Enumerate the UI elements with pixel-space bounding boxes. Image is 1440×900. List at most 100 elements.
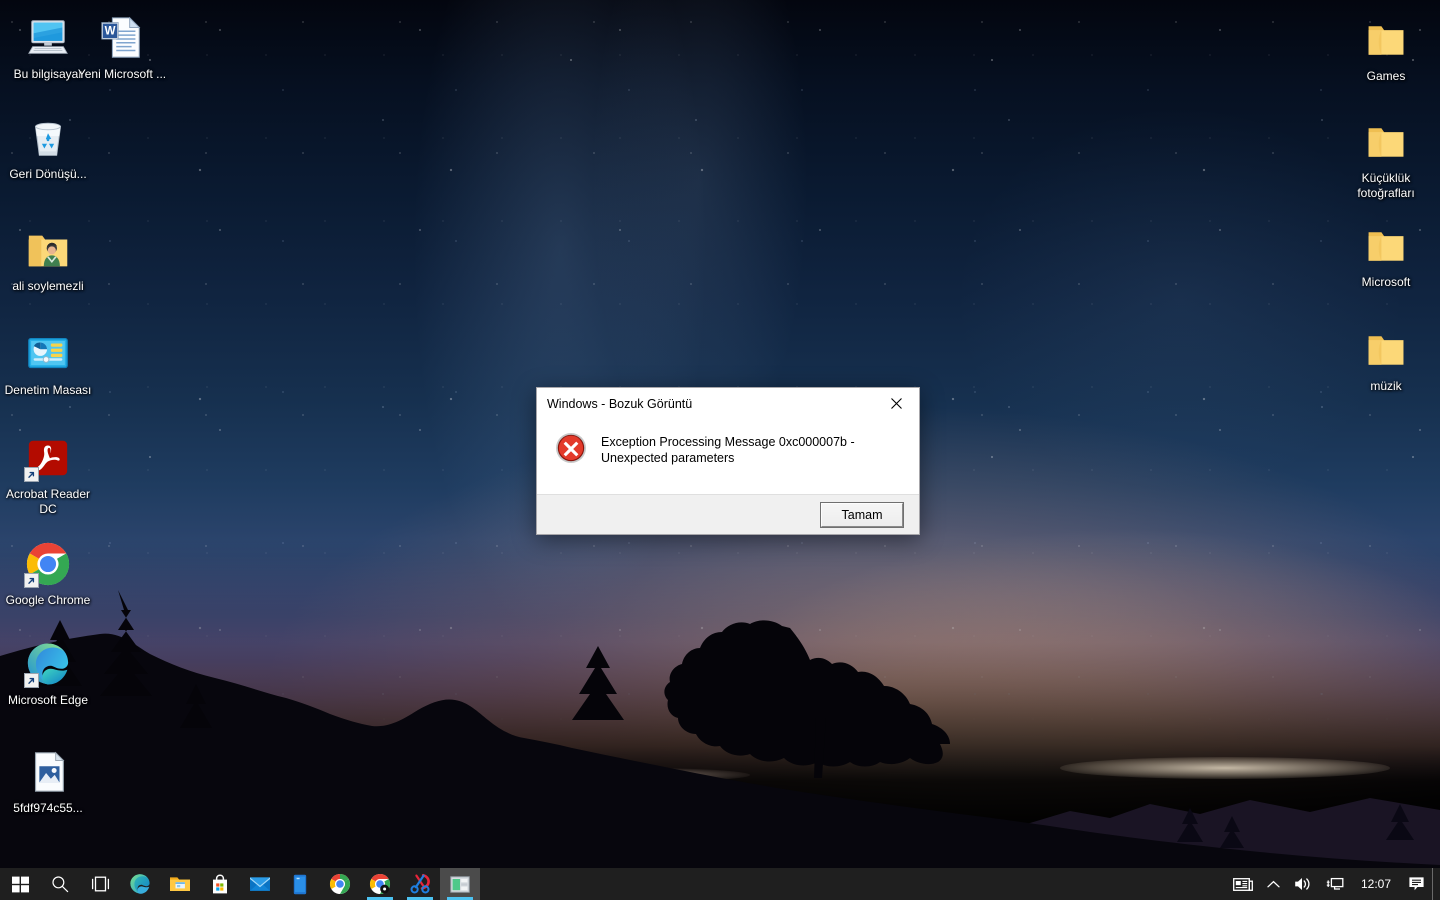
computer-monitor-icon bbox=[28, 20, 68, 54]
folder-icon bbox=[1362, 326, 1410, 374]
speaker-icon[interactable] bbox=[1287, 868, 1319, 900]
microsoft-store-icon bbox=[213, 873, 227, 893]
svg-text:W: W bbox=[105, 26, 116, 38]
clock-time: 12:07 bbox=[1360, 877, 1391, 891]
file-explorer-icon bbox=[170, 877, 190, 891]
volume-glyph bbox=[1295, 878, 1310, 890]
desktop-icon-folder-thumbnails[interactable]: Küçüklük fotoğrafları bbox=[1338, 114, 1434, 200]
taskbar-chrome-2[interactable] bbox=[360, 868, 400, 900]
desktop-icon-label: Denetim Masası bbox=[4, 383, 92, 397]
desktop-icon-label: Yeni Microsoft ... bbox=[77, 67, 167, 81]
windows-logo-icon bbox=[11, 876, 29, 892]
taskbar-mail[interactable] bbox=[240, 868, 280, 900]
notification-glyph bbox=[1409, 877, 1424, 891]
taskbar-spacer bbox=[480, 868, 1226, 900]
wallpaper-treeline-silhouette bbox=[0, 590, 1440, 868]
user-folder-icon bbox=[28, 235, 68, 267]
taskbar-store[interactable] bbox=[200, 868, 240, 900]
shortcut-overlay-icon bbox=[24, 467, 39, 482]
chevron-up-icon[interactable] bbox=[1260, 868, 1287, 900]
phone-link-icon bbox=[293, 874, 307, 894]
ok-button[interactable]: Tamam bbox=[820, 501, 904, 528]
network-glyph bbox=[1326, 877, 1344, 890]
image-file-icon bbox=[34, 751, 65, 792]
folder-icon bbox=[1368, 232, 1404, 261]
news-and-interests-icon[interactable] bbox=[1226, 868, 1260, 900]
dialog-footer: Tamam bbox=[537, 494, 919, 534]
desktop-icon-image-file[interactable]: 5fdf974c55... bbox=[0, 744, 96, 816]
desktop-icon-label: Google Chrome bbox=[5, 593, 91, 607]
taskbar-edge[interactable] bbox=[120, 868, 160, 900]
desktop-icon-folder-games[interactable]: Games bbox=[1338, 12, 1434, 84]
show-desktop-button[interactable] bbox=[1432, 868, 1438, 900]
start-button[interactable] bbox=[0, 868, 40, 900]
close-glyph bbox=[891, 398, 902, 409]
desktop-icon-recycle-bin[interactable]: Geri Dönüşü... bbox=[0, 110, 96, 182]
taskbar: 12:07 bbox=[0, 868, 1440, 900]
clock[interactable]: 12:07 bbox=[1351, 868, 1401, 900]
snipping-tool-icon bbox=[410, 873, 430, 894]
shortcut-overlay-icon bbox=[24, 673, 39, 688]
task-view-icon bbox=[91, 876, 109, 892]
desktop-icon-label: Acrobat Reader DC bbox=[5, 487, 91, 516]
taskbar-active-window[interactable] bbox=[440, 868, 480, 900]
folder-icon bbox=[1362, 118, 1410, 166]
network-monitor-icon[interactable] bbox=[1319, 868, 1351, 900]
taskbar-chrome[interactable] bbox=[320, 868, 360, 900]
microsoft-edge-icon bbox=[130, 874, 150, 894]
recycle-bin-icon bbox=[34, 122, 62, 156]
desktop-icon-control-panel[interactable]: Denetim Masası bbox=[0, 326, 96, 398]
control-panel-icon bbox=[28, 337, 68, 369]
microsoft-edge-icon bbox=[24, 640, 72, 688]
desktop-icon-label: ali soylemezli bbox=[12, 279, 84, 293]
mail-icon bbox=[250, 877, 270, 891]
desktop-icon-label: Geri Dönüşü... bbox=[9, 167, 87, 181]
desktop-icon-user-folder[interactable]: ali soylemezli bbox=[0, 222, 96, 294]
desktop-icon-folder-microsoft[interactable]: Microsoft bbox=[1338, 218, 1434, 290]
error-dialog[interactable]: Windows - Bozuk Görüntü Exception Proces… bbox=[536, 387, 920, 535]
acrobat-reader-icon bbox=[24, 434, 72, 482]
google-chrome-icon bbox=[330, 874, 350, 894]
desktop-icon-word-document[interactable]: W Yeni Microsoft ... bbox=[74, 10, 170, 82]
chevron-glyph bbox=[1267, 880, 1280, 887]
error-circle-icon bbox=[556, 433, 586, 463]
taskbar-snipping-tool[interactable] bbox=[400, 868, 440, 900]
image-file-icon bbox=[24, 748, 72, 796]
google-chrome-icon bbox=[24, 540, 72, 588]
word-document-icon: W bbox=[101, 16, 141, 58]
dialog-message: Exception Processing Message 0xc000007b … bbox=[601, 435, 855, 465]
shortcut-overlay-icon bbox=[24, 573, 39, 588]
search-button[interactable] bbox=[40, 868, 80, 900]
taskbar-explorer[interactable] bbox=[160, 868, 200, 900]
desktop-icon-label: Games bbox=[1366, 69, 1406, 83]
user-folder-icon bbox=[24, 226, 72, 274]
desktop-icon-microsoft-edge[interactable]: Microsoft Edge bbox=[0, 636, 96, 708]
folder-icon bbox=[1368, 26, 1404, 55]
folder-icon bbox=[1368, 336, 1404, 365]
desktop-icon-label: müzik bbox=[1370, 379, 1402, 393]
system-tray: 12:07 bbox=[1226, 868, 1440, 900]
close-icon[interactable] bbox=[874, 389, 919, 419]
folder-icon bbox=[1368, 128, 1404, 157]
desktop-icon-label: Küçüklük fotoğrafları bbox=[1357, 171, 1415, 200]
folder-icon bbox=[1362, 222, 1410, 270]
news-glyph bbox=[1233, 877, 1253, 891]
dialog-title-bar: Windows - Bozuk Görüntü bbox=[537, 388, 919, 419]
desktop-icon-google-chrome[interactable]: Google Chrome bbox=[0, 536, 96, 608]
notification-chat-icon[interactable] bbox=[1401, 868, 1432, 900]
window-app-icon bbox=[450, 875, 470, 893]
folder-icon bbox=[1362, 16, 1410, 64]
dialog-title: Windows - Bozuk Görüntü bbox=[547, 396, 693, 411]
taskbar-left-group bbox=[0, 868, 480, 900]
task-view-button[interactable] bbox=[80, 868, 120, 900]
computer-monitor-icon bbox=[24, 14, 72, 62]
taskbar-phone-link[interactable] bbox=[280, 868, 320, 900]
desktop-icon-label: Microsoft Edge bbox=[7, 693, 89, 707]
desktop-icon-label: 5fdf974c55... bbox=[13, 801, 83, 815]
search-icon bbox=[52, 876, 69, 893]
google-chrome-icon bbox=[370, 874, 390, 894]
recycle-bin-icon bbox=[24, 114, 72, 162]
desktop-icon-acrobat-reader[interactable]: Acrobat Reader DC bbox=[0, 430, 96, 516]
desktop-icon-folder-music[interactable]: müzik bbox=[1338, 322, 1434, 394]
dialog-body: Exception Processing Message 0xc000007b … bbox=[537, 419, 919, 494]
